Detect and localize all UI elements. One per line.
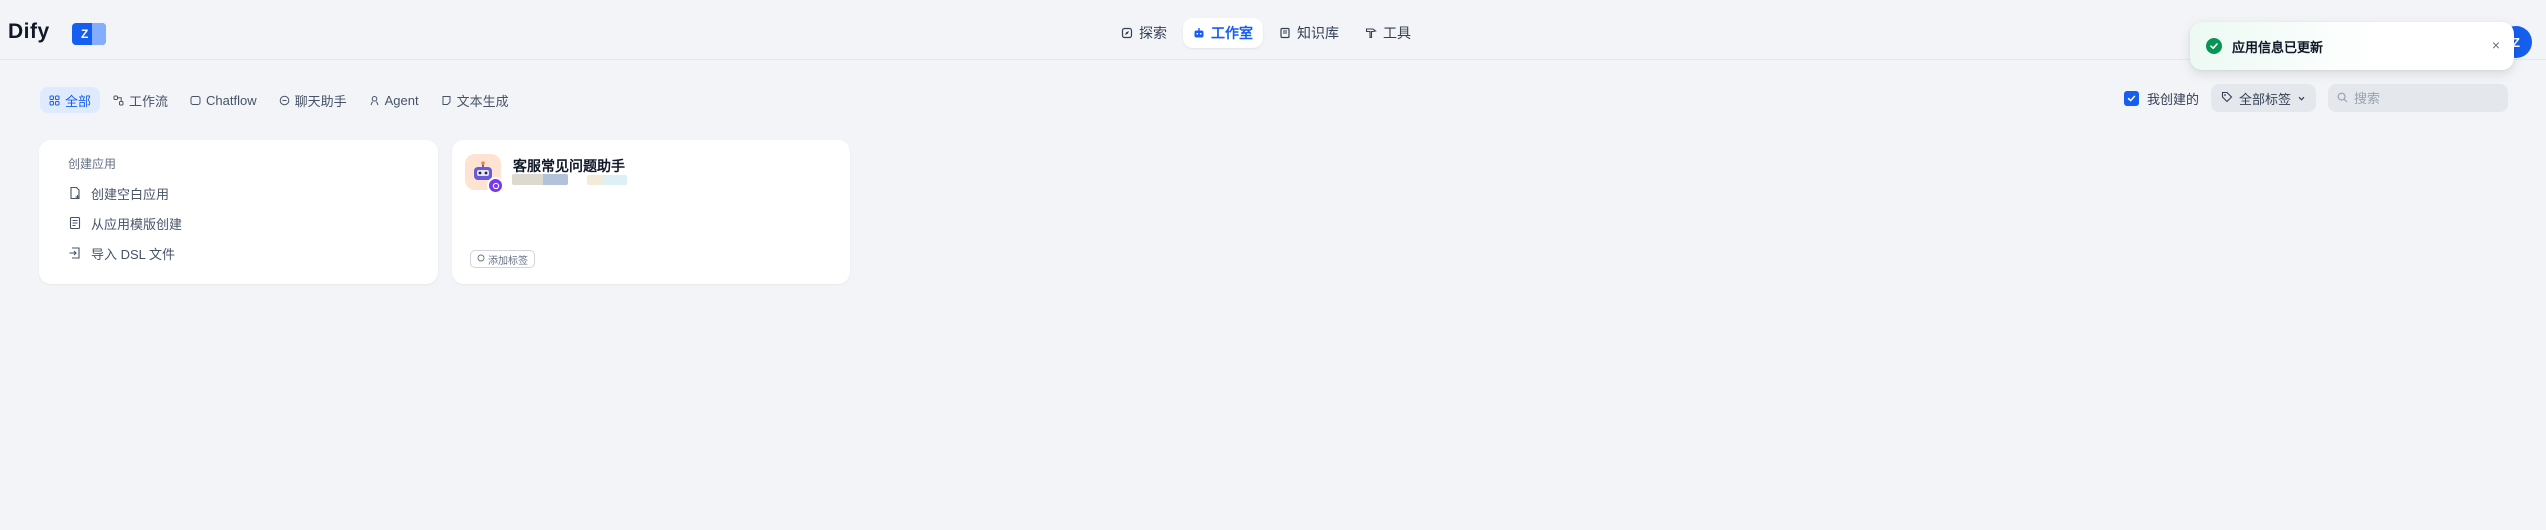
- create-from-template-label: 从应用模版创建: [91, 216, 183, 232]
- app-meta-redacted: [512, 174, 568, 185]
- search-input[interactable]: [2354, 90, 2505, 106]
- import-dsl-label: 导入 DSL 文件: [91, 246, 176, 262]
- nav-studio[interactable]: 工作室: [1183, 18, 1263, 48]
- chat-icon: [279, 95, 290, 106]
- tab-all[interactable]: 全部: [40, 87, 101, 113]
- create-app-card: 创建应用 创建空白应用 从应用模版创建 导入 DSL 文件: [39, 140, 438, 284]
- tab-chat-assistant[interactable]: 聊天助手: [270, 87, 356, 113]
- dify-logo[interactable]: Dify: [8, 20, 50, 44]
- tag-filter-label: 全部标签: [2239, 91, 2292, 107]
- compass-icon: [1121, 27, 1133, 39]
- create-from-template-button[interactable]: 从应用模版创建: [68, 208, 409, 238]
- nav-explore-label: 探索: [1139, 25, 1167, 41]
- nav-knowledge-label: 知识库: [1297, 25, 1339, 41]
- tab-all-label: 全部: [65, 93, 92, 109]
- workspace-badge[interactable]: Z: [72, 23, 106, 45]
- tag-icon: [2221, 91, 2233, 106]
- app-meta-redacted: [587, 175, 627, 185]
- success-toast: 应用信息已更新 ×: [2190, 22, 2514, 70]
- tab-agent-label: Agent: [384, 92, 419, 108]
- chatflow-icon: [190, 95, 201, 106]
- book-icon: [1279, 27, 1291, 39]
- app-name: 客服常见问题助手: [513, 158, 625, 174]
- tag-filter-dropdown[interactable]: 全部标签: [2211, 84, 2317, 112]
- nav-studio-label: 工作室: [1211, 25, 1253, 41]
- create-blank-app-button[interactable]: 创建空白应用: [68, 178, 409, 208]
- mine-label: 我创建的: [2147, 91, 2200, 107]
- nav-knowledge[interactable]: 知识库: [1269, 18, 1349, 48]
- nav-tools-label: 工具: [1383, 25, 1411, 41]
- chevron-down-icon: [2297, 91, 2306, 106]
- workflow-icon: [113, 95, 124, 106]
- hammer-icon: [1365, 27, 1377, 39]
- tab-chatflow[interactable]: Chatflow: [181, 87, 266, 113]
- file-plus-icon: [68, 186, 82, 200]
- create-blank-app-label: 创建空白应用: [91, 186, 170, 202]
- top-header: Dify Z 探索 工作室 知识库 工具 Z: [0, 8, 2546, 60]
- list-controls: 我创建的 全部标签: [2124, 84, 2509, 112]
- app-type-tabs: 全部 工作流 Chatflow 聊天助手 Agent 文本生成: [40, 87, 518, 113]
- mine-checkbox[interactable]: [2124, 90, 2139, 106]
- agent-icon: [369, 95, 380, 106]
- text-gen-icon: [441, 95, 452, 106]
- tab-workflow-label: 工作流: [129, 93, 169, 109]
- tab-text-generation-label: 文本生成: [456, 93, 509, 109]
- tab-agent[interactable]: Agent: [360, 87, 428, 113]
- tab-chat-assistant-label: 聊天助手: [294, 93, 347, 109]
- add-tag-label: 添加标签: [488, 255, 528, 267]
- tab-chatflow-label: Chatflow: [206, 92, 257, 108]
- robot-icon: [1193, 27, 1205, 39]
- check-circle-icon: [2206, 38, 2222, 54]
- app-card[interactable]: 客服常见问题助手 添加标签: [452, 140, 850, 284]
- grid-icon: [49, 95, 60, 106]
- add-tag-button[interactable]: 添加标签: [470, 250, 535, 268]
- tab-text-generation[interactable]: 文本生成: [432, 87, 518, 113]
- tag-icon: [477, 254, 485, 265]
- toast-message: 应用信息已更新: [2232, 39, 2324, 55]
- mine-filter[interactable]: 我创建的: [2124, 89, 2199, 108]
- import-dsl-button[interactable]: 导入 DSL 文件: [68, 238, 409, 268]
- workspace-initial: Z: [81, 27, 89, 41]
- nav-explore[interactable]: 探索: [1111, 18, 1177, 48]
- nav-tools[interactable]: 工具: [1355, 18, 1421, 48]
- tab-workflow[interactable]: 工作流: [104, 87, 177, 113]
- close-icon[interactable]: ×: [2492, 37, 2500, 53]
- search-icon: [2337, 90, 2348, 106]
- template-icon: [68, 216, 82, 230]
- chat-assistant-badge-icon: [487, 177, 504, 194]
- import-icon: [68, 246, 82, 260]
- create-app-title: 创建应用: [68, 157, 117, 171]
- search-box[interactable]: [2328, 84, 2509, 112]
- main-nav: 探索 工作室 知识库 工具: [1111, 18, 1421, 48]
